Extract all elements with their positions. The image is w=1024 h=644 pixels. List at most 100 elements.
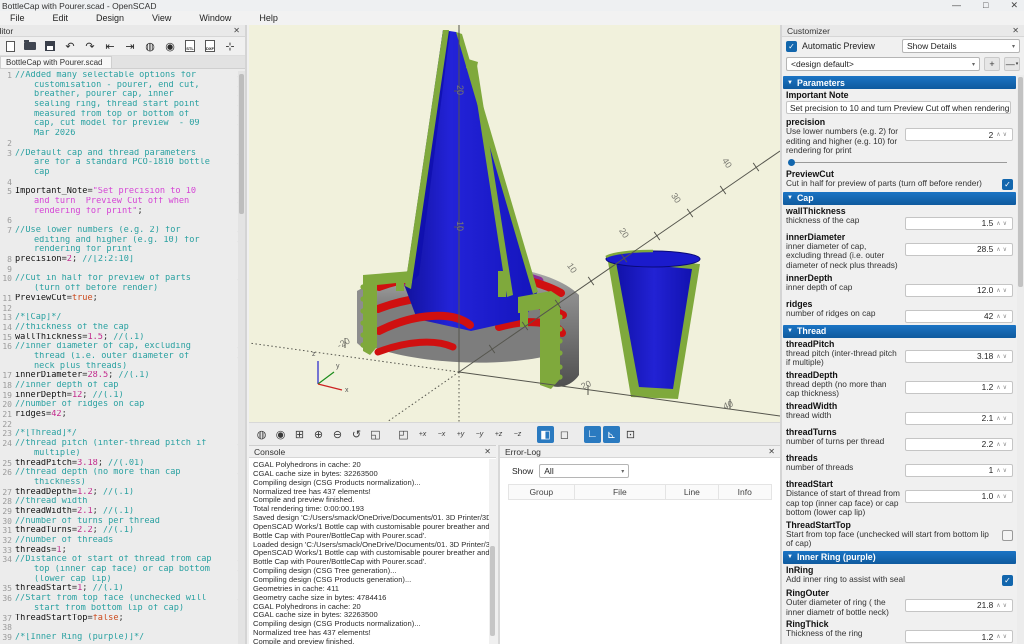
close-button[interactable]: ✕ <box>1010 0 1018 11</box>
param-spinbox[interactable]: 42∧∨ <box>905 310 1013 323</box>
show-crosshairs-icon[interactable]: ⊡ <box>622 426 639 443</box>
section-header-inner-ring-purple-[interactable]: ▼Inner Ring (purple) <box>783 551 1016 564</box>
view-left-icon[interactable]: −x <box>433 426 450 443</box>
open-file-icon[interactable] <box>22 39 38 54</box>
param-spinbox[interactable]: 21.8∧∨ <box>905 599 1013 612</box>
show-scale-icon[interactable]: ⊾ <box>603 426 620 443</box>
param-spinbox[interactable]: 28.5∧∨ <box>905 243 1013 256</box>
orthographic-icon[interactable]: ◻ <box>556 426 573 443</box>
view-top-icon[interactable]: +z <box>490 426 507 443</box>
axes-icon[interactable]: ⊹ <box>222 39 238 54</box>
param-spinbox[interactable]: 1.5∧∨ <box>905 217 1013 230</box>
spin-arrows-icon[interactable]: ∧∨ <box>996 415 1012 422</box>
error-log-filter-dropdown[interactable]: All ▾ <box>539 464 629 478</box>
param-spinbox[interactable]: 2.1∧∨ <box>905 412 1013 425</box>
unindent-icon[interactable]: ⇤ <box>102 39 118 54</box>
console-close-icon[interactable]: ✕ <box>484 447 491 456</box>
console-scrollbar[interactable] <box>489 459 496 644</box>
spin-arrows-icon[interactable]: ∧∨ <box>996 441 1012 448</box>
view-front-icon[interactable]: −y <box>471 426 488 443</box>
error-log-column-group[interactable]: Group <box>509 485 575 499</box>
param-checkbox[interactable]: ✓ <box>1002 575 1013 586</box>
zoom-out-icon[interactable]: ⊖ <box>329 426 346 443</box>
spin-arrows-icon[interactable]: ∧∨ <box>996 493 1012 500</box>
menu-window[interactable]: Window <box>185 13 245 23</box>
section-header-thread[interactable]: ▼Thread <box>783 325 1016 338</box>
error-log-column-info[interactable]: Info <box>719 485 771 499</box>
spin-arrows-icon[interactable]: ∧∨ <box>996 467 1012 474</box>
view-bottom-icon[interactable]: −z <box>509 426 526 443</box>
error-log-column-line[interactable]: Line <box>666 485 718 499</box>
view-all-icon[interactable]: ◱ <box>367 426 384 443</box>
customizer-scrollbar[interactable] <box>1017 75 1024 644</box>
param-spinbox[interactable]: 3.18∧∨ <box>905 350 1013 363</box>
param-spinbox[interactable]: 1∧∨ <box>905 464 1013 477</box>
viewport-3d[interactable]: -202040201010203040zyx <box>249 25 780 422</box>
zoom-all-icon[interactable]: ⊞ <box>291 426 308 443</box>
new-file-icon[interactable] <box>2 39 18 54</box>
editor-close-icon[interactable]: ✕ <box>233 26 240 35</box>
automatic-preview-checkbox[interactable]: ✓ <box>786 41 797 52</box>
param-spinbox[interactable]: 1.2∧∨ <box>905 381 1013 394</box>
editor-tab[interactable]: BottleCap with Pourer.scad <box>0 56 112 68</box>
perspective-icon[interactable]: ◧ <box>537 426 554 443</box>
customizer-scrollbar-thumb[interactable] <box>1018 77 1023 287</box>
error-log-close-icon[interactable]: ✕ <box>768 447 775 456</box>
preset-dropdown[interactable]: <design default> ▾ <box>786 57 980 71</box>
customizer-close-icon[interactable]: ✕ <box>1012 26 1019 35</box>
param-spinbox[interactable]: 12.0∧∨ <box>905 284 1013 297</box>
spin-arrows-icon[interactable]: ∧∨ <box>996 313 1012 320</box>
perspective-box-icon[interactable]: ◰ <box>395 426 412 443</box>
maximize-button[interactable]: □ <box>983 0 988 11</box>
spin-arrows-icon[interactable]: ∧∨ <box>996 246 1012 253</box>
spin-arrows-icon[interactable]: ∧∨ <box>996 287 1012 294</box>
param-spinbox[interactable]: 2∧∨ <box>905 128 1013 141</box>
reset-view-icon[interactable]: ↺ <box>348 426 365 443</box>
save-icon[interactable] <box>42 39 58 54</box>
redo-icon[interactable]: ↷ <box>82 39 98 54</box>
undo-icon[interactable]: ↶ <box>62 39 78 54</box>
param-checkbox[interactable] <box>1002 530 1013 541</box>
remove-preset-button[interactable]: —▾ <box>1004 57 1020 71</box>
code-editor[interactable]: 1//Added many selectable options for↵cus… <box>0 71 245 644</box>
param-text-input[interactable]: Set precision to 10 and turn Preview Cut… <box>786 101 1011 114</box>
param-slider[interactable] <box>788 158 1007 166</box>
view-right-icon[interactable]: +x <box>414 426 431 443</box>
preview-icon[interactable]: ◍ <box>253 426 270 443</box>
section-header-parameters[interactable]: ▼Parameters <box>783 76 1016 89</box>
spin-arrows-icon[interactable]: ∧∨ <box>996 220 1012 227</box>
spin-arrows-icon[interactable]: ∧∨ <box>996 384 1012 391</box>
export-stl-icon[interactable]: STL <box>182 39 198 54</box>
menu-edit[interactable]: Edit <box>39 13 83 23</box>
spin-arrows-icon[interactable]: ∧∨ <box>996 602 1012 609</box>
param-spinbox[interactable]: 1.2∧∨ <box>905 630 1013 643</box>
menu-view[interactable]: View <box>138 13 185 23</box>
zoom-in-icon[interactable]: ⊕ <box>310 426 327 443</box>
indent-icon[interactable]: ⇥ <box>122 39 138 54</box>
error-log-column-file[interactable]: File <box>575 485 667 499</box>
console-log[interactable]: CGAL Polyhedrons in cache: 20CGAL cache … <box>249 459 489 644</box>
param-checkbox[interactable]: ✓ <box>1002 179 1013 190</box>
editor-scrollbar-thumb[interactable] <box>239 74 244 214</box>
editor-scrollbar[interactable] <box>238 71 245 644</box>
slider-knob[interactable] <box>788 159 795 166</box>
section-header-cap[interactable]: ▼Cap <box>783 192 1016 205</box>
render-icon[interactable]: ◉ <box>162 39 178 54</box>
console-scrollbar-thumb[interactable] <box>490 546 495 636</box>
menu-help[interactable]: Help <box>245 13 292 23</box>
spin-arrows-icon[interactable]: ∧∨ <box>996 633 1012 640</box>
preview-icon[interactable]: ◍ <box>142 39 158 54</box>
menu-design[interactable]: Design <box>82 13 138 23</box>
param-spinbox[interactable]: 2.2∧∨ <box>905 438 1013 451</box>
show-axes-icon[interactable]: ∟ <box>584 426 601 443</box>
param-spinbox[interactable]: 1.0∧∨ <box>905 490 1013 503</box>
export-dxf-icon[interactable]: DXF <box>202 39 218 54</box>
view-back-icon[interactable]: +y <box>452 426 469 443</box>
add-preset-button[interactable]: + <box>984 57 1000 71</box>
menu-file[interactable]: File <box>0 13 39 23</box>
spin-arrows-icon[interactable]: ∧∨ <box>996 131 1012 138</box>
spin-arrows-icon[interactable]: ∧∨ <box>996 353 1012 360</box>
show-details-dropdown[interactable]: Show Details ▾ <box>902 39 1020 53</box>
minimize-button[interactable]: — <box>952 0 961 11</box>
render-icon[interactable]: ◉ <box>272 426 289 443</box>
